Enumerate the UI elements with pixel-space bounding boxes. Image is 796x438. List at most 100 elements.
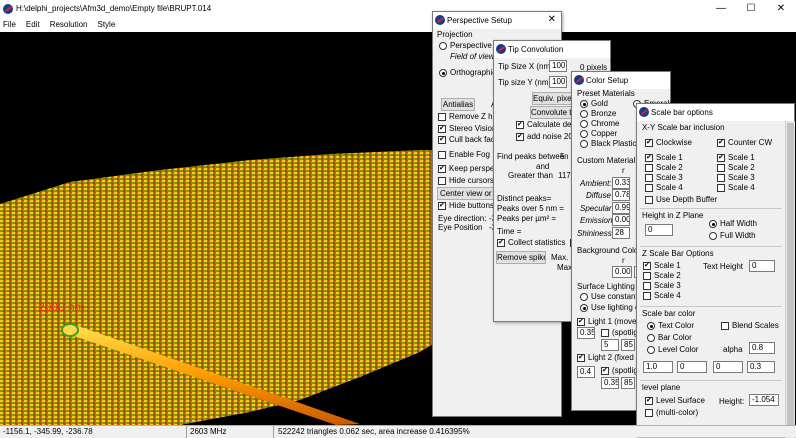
surface-mesh <box>0 150 500 425</box>
material-bronze-label: Bronze <box>591 109 617 118</box>
keep-perspective-checkbox[interactable] <box>438 165 446 173</box>
color-b-input[interactable]: 0 <box>713 361 743 373</box>
counter-cw-label: Counter CW <box>728 138 773 147</box>
blend-scales-checkbox[interactable] <box>721 322 729 330</box>
xy-right-scale4-checkbox[interactable] <box>717 184 725 192</box>
z-scale3-label: Scale 3 <box>654 281 681 290</box>
color-r-input[interactable]: 1.0 <box>643 361 673 373</box>
clockwise-checkbox[interactable] <box>645 139 653 147</box>
background-r-input[interactable]: 0.00 <box>612 266 632 278</box>
remove-spikes-button[interactable]: Remove spikes <box>496 251 546 264</box>
close-icon[interactable]: ✕ <box>548 14 556 25</box>
stereo-checkbox[interactable] <box>438 125 446 133</box>
z-scale2-checkbox[interactable] <box>643 272 651 280</box>
multicolor-checkbox[interactable] <box>645 409 653 417</box>
height-z-input[interactable]: 0 <box>645 224 673 236</box>
equiv-pixels-button[interactable]: Equiv. pixels <box>532 92 574 105</box>
level-surface-checkbox[interactable] <box>645 397 653 405</box>
text-height-label: Text Height <box>703 262 744 271</box>
light1-c-input[interactable]: 85 <box>621 339 635 351</box>
z-scale1-checkbox[interactable] <box>643 262 651 270</box>
xy-left-scale4-checkbox[interactable] <box>645 184 653 192</box>
tip-size-y-label: Tip size Y (nm) <box>498 78 552 87</box>
color-g-input[interactable]: 0 <box>677 361 707 373</box>
xy-right-scale1-checkbox[interactable] <box>717 154 725 162</box>
xy-left-scale1-checkbox[interactable] <box>645 154 653 162</box>
xy-left-scale3-checkbox[interactable] <box>645 174 653 182</box>
xy-left-scale4-label: Scale 4 <box>656 183 683 192</box>
menu-style[interactable]: Style <box>98 20 116 29</box>
blend-scales-label: Blend Scales <box>732 321 779 330</box>
minimize-button[interactable]: — <box>706 0 736 17</box>
light2-c-input[interactable]: 85 <box>621 377 635 389</box>
level-plane-title: level plane <box>642 383 681 392</box>
z-scale4-checkbox[interactable] <box>643 292 651 300</box>
ambient-input[interactable]: 0.33 <box>612 177 630 189</box>
menu-resolution[interactable]: Resolution <box>50 20 88 29</box>
emission-input[interactable]: 0.00 <box>612 214 630 226</box>
xy-right-scale2-checkbox[interactable] <box>717 164 725 172</box>
z-scale3-checkbox[interactable] <box>643 282 651 290</box>
diffuse-input[interactable]: 0.78 <box>612 189 630 201</box>
menu-edit[interactable]: Edit <box>26 20 40 29</box>
custom-r-label: r <box>622 166 625 175</box>
calculate-deflection-checkbox[interactable] <box>516 121 524 129</box>
tip-title-bar: Tip Convolution <box>494 41 610 58</box>
light2-b-input[interactable]: 0.35 <box>601 377 619 389</box>
hide-buttons-checkbox[interactable] <box>438 202 446 210</box>
color-a-input[interactable]: 0.3 <box>747 361 775 373</box>
convolve-tip-button[interactable]: Convolute tip <box>530 106 572 119</box>
material-black-plastic-radio[interactable] <box>580 140 588 148</box>
text-color-radio[interactable] <box>647 322 655 330</box>
spotlight1-checkbox[interactable] <box>601 329 609 337</box>
material-gold-radio[interactable] <box>580 100 588 108</box>
counter-cw-checkbox[interactable] <box>717 139 725 147</box>
antialias-button[interactable]: Antialias <box>441 98 475 111</box>
alpha-input[interactable]: 0.8 <box>749 342 775 354</box>
bar-color-radio[interactable] <box>647 334 655 342</box>
xy-left-scale2-checkbox[interactable] <box>645 164 653 172</box>
specular-input[interactable]: 0.99 <box>612 202 630 214</box>
z-scale4-label: Scale 4 <box>654 291 681 300</box>
fog-label: Enable Fog <box>449 150 490 159</box>
menu-file[interactable]: File <box>3 20 16 29</box>
level-height-input[interactable]: -1.054 <box>749 394 779 406</box>
full-width-radio[interactable] <box>709 232 717 240</box>
text-height-input[interactable]: 0 <box>749 260 775 272</box>
preset-materials-label: Preset Materials <box>577 89 635 98</box>
light1-b-input[interactable]: 5 <box>601 339 619 351</box>
material-copper-radio[interactable] <box>580 130 588 138</box>
level-surface-label: Level Surface <box>656 396 705 405</box>
orthographic-radio[interactable] <box>439 69 447 77</box>
shininess-input[interactable]: 28 <box>612 227 630 239</box>
cull-checkbox[interactable] <box>438 136 446 144</box>
close-button[interactable]: ✕ <box>766 0 796 17</box>
maximize-button[interactable]: ☐ <box>736 0 766 17</box>
status-coordinates: -1156.1, -345.99, -236.78 <box>3 427 93 436</box>
scale-bar-cap <box>61 323 79 337</box>
fog-checkbox[interactable] <box>438 151 446 159</box>
xy-left-scale2-label: Scale 2 <box>656 163 683 172</box>
material-bronze-radio[interactable] <box>580 110 588 118</box>
tip-size-x-input[interactable]: 100 <box>549 60 567 72</box>
half-width-radio[interactable] <box>709 220 717 228</box>
light1-checkbox[interactable] <box>577 318 585 326</box>
depth-buffer-checkbox[interactable] <box>645 196 653 204</box>
hide-cursors-checkbox[interactable] <box>438 177 446 185</box>
tip-size-y-input[interactable]: 100 <box>549 76 567 88</box>
level-color-radio[interactable] <box>647 346 655 354</box>
use-lighting-radio[interactable] <box>580 304 588 312</box>
add-noise-checkbox[interactable] <box>516 133 524 141</box>
light1-a-input[interactable]: 0.35 <box>577 327 595 339</box>
spotlight2-checkbox[interactable] <box>601 367 609 375</box>
material-chrome-radio[interactable] <box>580 120 588 128</box>
collect-statistics-checkbox[interactable] <box>497 239 505 247</box>
xy-right-scale3-checkbox[interactable] <box>717 174 725 182</box>
light2-checkbox[interactable] <box>577 354 585 362</box>
use-constant-radio[interactable] <box>580 293 588 301</box>
light2-a-input[interactable]: 0.4 <box>577 366 595 378</box>
remove-z-checkbox[interactable] <box>438 113 446 121</box>
scalebar-scrollbar[interactable] <box>785 121 795 438</box>
center-view-button[interactable]: Center view or poir <box>437 187 497 200</box>
perspective-radio[interactable] <box>439 42 447 50</box>
